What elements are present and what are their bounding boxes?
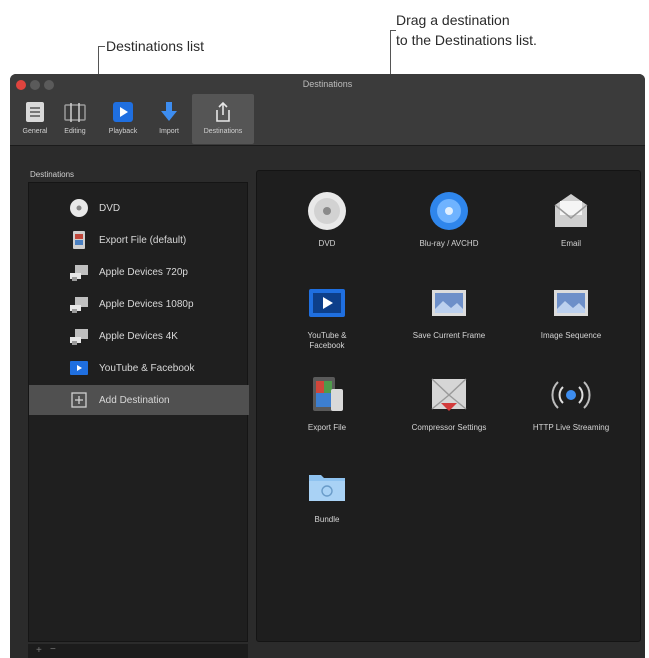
destination-bluray[interactable]: Blu-ray / AVCHD [389, 189, 509, 249]
destination-label: Export File [307, 423, 347, 432]
toolbar-label: Playback [108, 128, 138, 135]
youtube-facebook-icon [70, 361, 88, 375]
destination-label: Compressor Settings [411, 423, 487, 432]
email-icon [554, 194, 588, 227]
destination-http-live-streaming[interactable]: HTTP Live Streaming [511, 373, 631, 433]
callout-destinations-list: Destinations list [106, 38, 205, 54]
bluray-icon [430, 192, 468, 230]
destination-label: HTTP Live Streaming [532, 423, 610, 432]
destination-dvd[interactable]: DVD [267, 189, 387, 249]
sidebar-item-apple-devices-4k[interactable]: Apple Devices 4K [29, 321, 249, 351]
callout-line-2: to the Destinations list. [396, 32, 537, 48]
sidebar-item-label: Export File (default) [99, 234, 187, 246]
callout-line-1: Drag a destination [396, 12, 510, 28]
destination-label: Image Sequence [540, 331, 602, 340]
toolbar: Destinations General Editing Playback Im… [10, 74, 645, 146]
compressor-icon [431, 378, 467, 411]
destination-label: Bundle [314, 515, 340, 524]
dvd-icon [308, 192, 346, 230]
apple-devices-icon [70, 329, 88, 345]
destination-label: DVD [318, 239, 336, 248]
sidebar-item-label: Apple Devices 1080p [99, 298, 194, 310]
remove-button[interactable]: − [50, 644, 56, 655]
sidebar-item-label: DVD [99, 202, 121, 214]
toolbar-label: Destinations [203, 128, 243, 135]
destination-label: Save Current Frame [412, 331, 486, 340]
http-streaming-icon [551, 381, 591, 409]
destination-label: Email [560, 239, 581, 248]
destination-label: YouTube & Facebook [307, 331, 347, 350]
destination-image-sequence[interactable]: Image Sequence [511, 281, 631, 341]
playback-icon [113, 102, 133, 122]
add-button[interactable]: + [36, 645, 42, 656]
general-icon [26, 102, 44, 122]
bundle-icon [309, 475, 345, 501]
sidebar-item-add-destination[interactable]: Add Destination [29, 385, 249, 415]
toolbar-destinations-button[interactable]: Destinations [192, 94, 254, 144]
sidebar-item-export-file[interactable]: Export File (default) [29, 225, 249, 255]
sidebar-item-youtube-facebook[interactable]: YouTube & Facebook [29, 353, 249, 383]
sidebar-item-apple-devices-1080p[interactable]: Apple Devices 1080p [29, 289, 249, 319]
save-frame-icon [432, 290, 466, 316]
toolbar-import-button[interactable]: Import [146, 94, 192, 144]
destinations-list[interactable]: DVD Export File (default) Apple Devices … [28, 182, 249, 642]
share-icon [216, 101, 230, 122]
destination-email[interactable]: Email [511, 189, 631, 249]
sidebar-item-dvd[interactable]: DVD [29, 193, 249, 223]
add-destination-icon [71, 392, 87, 408]
sidebar-item-label: Add Destination [99, 394, 170, 406]
destination-templates-panel: DVD Blu-ray / AVCHD Email YouTube & Face… [256, 170, 641, 642]
sidebar-item-label: Apple Devices 4K [99, 330, 178, 342]
toolbar-editing-button[interactable]: Editing [52, 94, 98, 144]
image-sequence-icon [554, 290, 588, 316]
destination-export-file[interactable]: Export File [267, 373, 387, 433]
import-icon [161, 102, 177, 121]
destination-compressor-settings[interactable]: Compressor Settings [389, 373, 509, 433]
youtube-facebook-icon [309, 289, 345, 317]
sidebar-header: Destinations [30, 170, 75, 179]
toolbar-playback-button[interactable]: Playback [100, 94, 146, 144]
settings-window: Destinations General Editing Playback Im… [10, 74, 645, 658]
destination-youtube-facebook[interactable]: YouTube & Facebook [267, 281, 387, 351]
toolbar-label: Editing [64, 128, 86, 135]
toolbar-label: Import [159, 128, 179, 135]
destination-label: Blu-ray / AVCHD [419, 239, 479, 248]
export-file-icon [73, 231, 85, 249]
apple-devices-icon [70, 265, 88, 281]
apple-devices-icon [70, 297, 88, 313]
leader-line-left-h [98, 46, 105, 47]
destination-bundle[interactable]: Bundle [267, 465, 387, 525]
dvd-icon [70, 199, 88, 217]
sidebar-item-apple-devices-720p[interactable]: Apple Devices 720p [29, 257, 249, 287]
callout-drag-destination: Drag a destination to the Destinations l… [396, 10, 537, 50]
export-file-icon [313, 377, 343, 411]
editing-icon [64, 103, 86, 122]
destination-save-current-frame[interactable]: Save Current Frame [389, 281, 509, 341]
window-title: Destinations [302, 79, 353, 89]
sidebar-footer: + − [28, 644, 248, 658]
sidebar-item-label: Apple Devices 720p [99, 266, 188, 278]
sidebar-item-label: YouTube & Facebook [99, 362, 195, 374]
